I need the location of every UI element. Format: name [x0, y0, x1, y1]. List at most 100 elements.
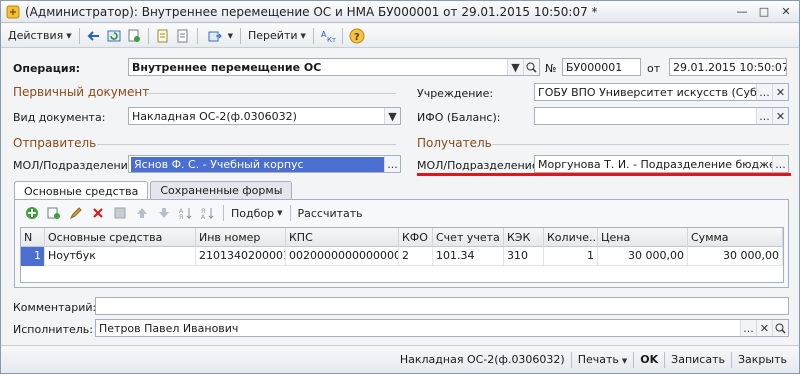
- select-menu[interactable]: Подбор ▼: [228, 203, 286, 223]
- maximize-icon[interactable]: □: [754, 4, 774, 20]
- sort-asc-icon[interactable]: AЯ: [176, 204, 196, 222]
- table-cell[interactable]: 30 000,00: [598, 247, 688, 266]
- table-cell[interactable]: Ноутбук: [45, 247, 196, 266]
- executor-field[interactable]: Петров Павел Иванович ... ✕: [95, 319, 789, 337]
- institution-field[interactable]: ГОБУ ВПО Университет искусств (Субсиди .…: [534, 83, 789, 101]
- close-button[interactable]: Закрыть: [732, 353, 793, 366]
- post-document-icon[interactable]: [154, 27, 172, 45]
- column-header[interactable]: Основные средства: [45, 228, 196, 247]
- print-form-button[interactable]: Накладная ОС-2(ф.0306032): [394, 353, 571, 366]
- clear-icon[interactable]: ✕: [756, 320, 772, 336]
- ellipsis-button[interactable]: ...: [756, 84, 772, 100]
- column-header[interactable]: Цена: [598, 228, 688, 247]
- sort-desc-icon[interactable]: ЯA: [198, 204, 218, 222]
- back-arrow-icon[interactable]: [85, 27, 103, 45]
- doc-type-value: Накладная ОС-2(ф.0306032): [132, 109, 297, 123]
- number-field[interactable]: БУ000001: [562, 58, 641, 76]
- doc-type-select[interactable]: Накладная ОС-2(ф.0306032) ▼: [128, 107, 401, 125]
- ellipsis-button[interactable]: ...: [756, 108, 772, 124]
- table-cell[interactable]: 1: [21, 247, 45, 266]
- tab-fixed-assets[interactable]: Основные средства: [14, 181, 149, 200]
- table-cell[interactable]: 30 000,00: [688, 247, 783, 266]
- sender-mol-field[interactable]: Яснов Ф. С. - Учебный корпус ...: [128, 155, 401, 173]
- minimize-icon[interactable]: —: [732, 4, 752, 20]
- column-header[interactable]: Счет учета: [433, 228, 504, 247]
- table-cell[interactable]: 1: [544, 247, 598, 266]
- move-up-icon[interactable]: [132, 204, 152, 222]
- receiver-mol-field[interactable]: Моргунова Т. И. - Подразделение бюджетно…: [534, 155, 789, 173]
- copy-document-icon[interactable]: [125, 27, 143, 45]
- primary-doc-section-title: Первичный документ: [13, 85, 150, 99]
- receiver-mol-value: Моргунова Т. И. - Подразделение бюджетно…: [538, 157, 772, 171]
- column-header[interactable]: Сумма: [688, 228, 783, 247]
- edit-row-icon[interactable]: [66, 204, 86, 222]
- chevron-down-icon: ▼: [621, 357, 628, 365]
- search-icon[interactable]: [523, 59, 539, 75]
- ellipsis-button[interactable]: ...: [740, 320, 756, 336]
- tab-saved-forms[interactable]: Сохраненные формы: [150, 181, 293, 199]
- column-header[interactable]: КЭК: [504, 228, 544, 247]
- date-value: 29.01.2015 10:50:07: [673, 60, 786, 74]
- end-edit-icon[interactable]: [110, 204, 130, 222]
- section-divider: [97, 144, 396, 145]
- sender-mol-label: МОЛ/Подразделение:: [13, 159, 139, 172]
- executor-label: Исполнитель:: [13, 323, 93, 336]
- table-row[interactable]: 1 Ноутбук 2101340200001 0020000000000000…: [21, 247, 783, 266]
- tab-label: Основные средства: [24, 184, 139, 198]
- svg-text:Кт: Кт: [327, 36, 336, 43]
- calculate-button[interactable]: Рассчитать: [295, 203, 366, 223]
- operation-field[interactable]: Внутреннее перемещение ОС ▼: [128, 58, 540, 76]
- date-field[interactable]: 29.01.2015 10:50:07: [669, 58, 787, 76]
- refresh-icon[interactable]: [105, 27, 123, 45]
- receiver-mol-label: МОЛ/Подразделение:: [417, 159, 543, 172]
- table-cell[interactable]: 2101340200001: [196, 247, 286, 266]
- ok-button[interactable]: OK: [634, 353, 664, 366]
- debit-credit-icon[interactable]: A Кт: [319, 27, 337, 45]
- search-icon[interactable]: [772, 320, 788, 336]
- operation-value: Внутреннее перемещение ОС: [132, 60, 322, 74]
- chevron-down-icon: ▼: [277, 209, 283, 217]
- add-row-icon[interactable]: [22, 204, 42, 222]
- highlight-underline: [417, 173, 791, 176]
- table-cell[interactable]: 101.34: [433, 247, 504, 266]
- chevron-down-icon[interactable]: ▼: [384, 108, 400, 124]
- column-header[interactable]: Инв номер: [196, 228, 286, 247]
- table-toolbar: AЯ ЯA Подбор ▼ Рассчитать: [21, 203, 366, 223]
- print-menu[interactable]: Печать ▼: [572, 353, 634, 366]
- close-icon[interactable]: ✕: [776, 4, 796, 20]
- clear-icon[interactable]: ✕: [772, 108, 788, 124]
- column-header[interactable]: Количе...: [544, 228, 598, 247]
- delete-row-icon[interactable]: [88, 204, 108, 222]
- save-button[interactable]: Записать: [665, 353, 731, 366]
- ifo-field[interactable]: ... ✕: [534, 107, 789, 125]
- title-bar: (Администратор): Внутреннее перемещение …: [1, 1, 799, 23]
- sender-mol-value: Яснов Ф. С. - Учебный корпус: [131, 156, 384, 172]
- chevron-down-icon: ▼: [227, 31, 233, 40]
- unpost-document-icon[interactable]: [174, 27, 192, 45]
- svg-text:A: A: [201, 214, 206, 220]
- ellipsis-button[interactable]: ...: [772, 156, 788, 172]
- based-on-menu[interactable]: ▼: [202, 26, 236, 46]
- actions-menu[interactable]: Действия ▼: [5, 26, 75, 46]
- column-header[interactable]: КФО: [399, 228, 433, 247]
- table-cell[interactable]: 00200000000000000: [286, 247, 399, 266]
- chevron-down-icon[interactable]: ▼: [507, 59, 523, 75]
- move-down-icon[interactable]: [154, 204, 174, 222]
- fixed-assets-panel: AЯ ЯA Подбор ▼ Рассчитать N Основные сред…: [14, 199, 789, 288]
- calculate-label: Рассчитать: [297, 206, 363, 220]
- number-value: БУ000001: [566, 60, 623, 74]
- copy-row-icon[interactable]: [44, 204, 64, 222]
- svg-text:Я: Я: [179, 214, 183, 220]
- table-cell[interactable]: 2: [399, 247, 433, 266]
- goto-menu[interactable]: Перейти ▼: [245, 26, 309, 46]
- chevron-down-icon: ▼: [300, 31, 306, 40]
- column-header[interactable]: N: [21, 228, 45, 247]
- ellipsis-button[interactable]: ...: [384, 156, 400, 172]
- column-header[interactable]: КПС: [286, 228, 399, 247]
- operation-label: Операция:: [13, 62, 81, 75]
- ifo-label: ИФО (Баланс):: [417, 111, 501, 124]
- table-cell[interactable]: 310: [504, 247, 544, 266]
- comment-field[interactable]: [95, 297, 789, 315]
- clear-icon[interactable]: ✕: [772, 84, 788, 100]
- help-icon[interactable]: ?: [348, 27, 366, 45]
